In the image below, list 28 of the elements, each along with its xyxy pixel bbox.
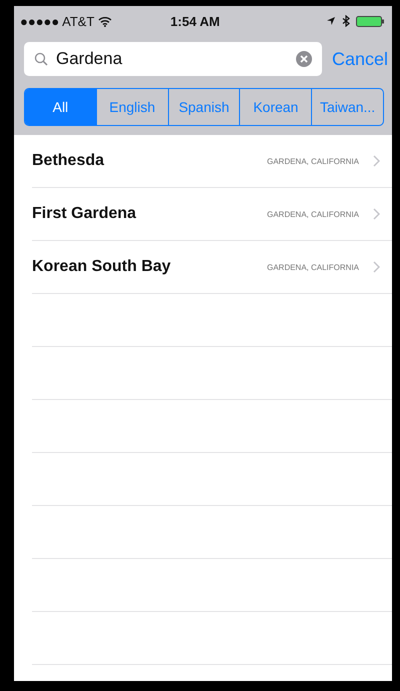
battery-icon	[356, 16, 386, 26]
filter-tab[interactable]: Taiwan...	[311, 89, 383, 125]
chevron-icon	[373, 155, 380, 167]
filter-tab[interactable]: Spanish	[168, 89, 240, 125]
result-row[interactable]: First Gardena GARDENA, CALIFORNIA	[32, 188, 392, 241]
chevron-icon	[373, 261, 380, 273]
status-time: 1:54 AM	[170, 14, 220, 28]
location-arrow-icon	[326, 16, 336, 26]
clear-icon[interactable]	[296, 51, 312, 67]
location-label: GARDENA, CALIFORNIA	[266, 262, 359, 272]
wifi-icon	[98, 16, 112, 26]
result-row[interactable]: Bethesda GARDENA, CALIFORNIA	[32, 135, 392, 188]
bluetooth-icon	[342, 15, 350, 27]
filter-tab[interactable]: English	[96, 89, 168, 125]
location-label: GARDENA, CALIFORNIA	[266, 156, 359, 166]
filter-tab[interactable]: Korean	[239, 89, 312, 125]
church-name: Korean South Bay	[32, 258, 171, 276]
filter-tab[interactable]: All	[25, 89, 96, 125]
chevron-icon	[373, 208, 380, 220]
search-icon	[34, 52, 48, 66]
result-row[interactable]: Korean South Bay GARDENA, CALIFORNIA	[32, 241, 392, 294]
church-name: Bethesda	[32, 152, 104, 170]
carrier-label: ●●●●● AT&T	[20, 14, 94, 28]
search-input[interactable]: Gardena	[54, 48, 290, 70]
church-name: First Gardena	[32, 205, 136, 223]
search-field[interactable]: Gardena	[24, 42, 322, 76]
location-label: GARDENA, CALIFORNIA	[266, 210, 359, 218]
cancel-button[interactable]: Cancel	[322, 48, 392, 70]
